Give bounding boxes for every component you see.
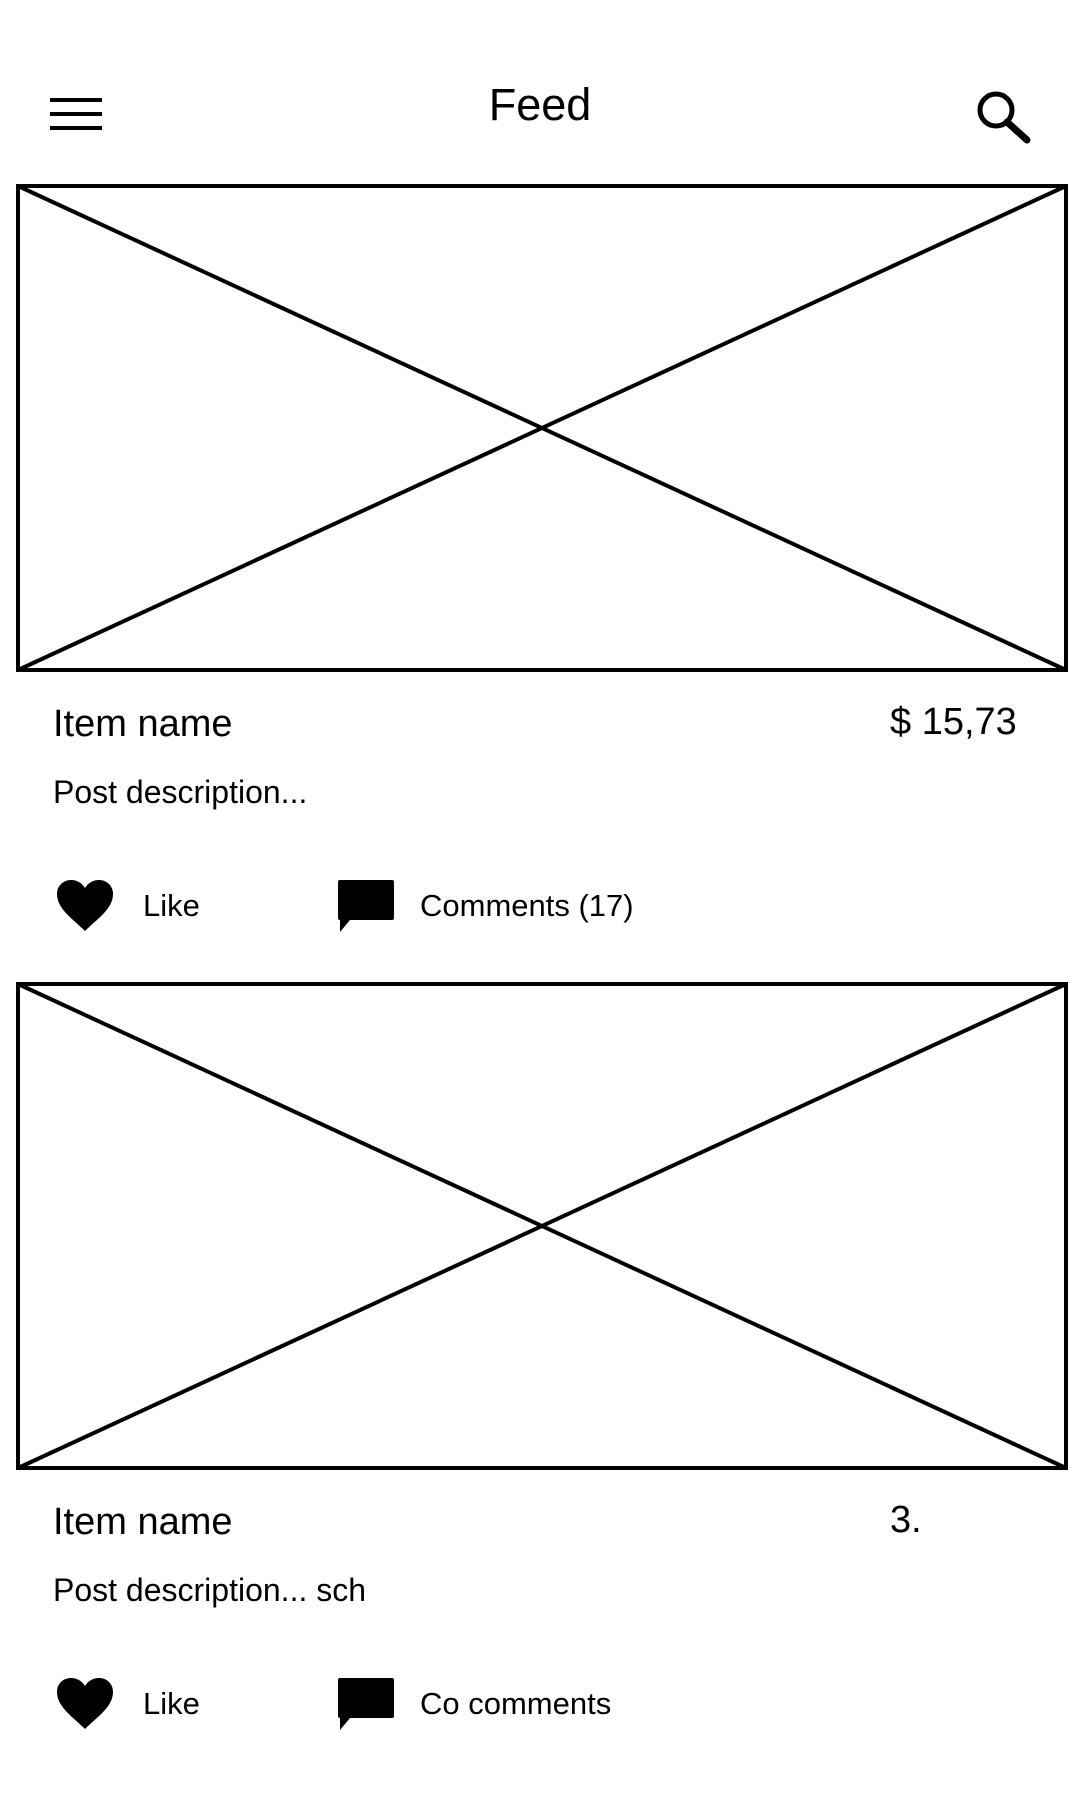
post-description: Post description... sch bbox=[53, 1572, 367, 1608]
search-icon bbox=[977, 91, 1031, 144]
comments-label: Co comments bbox=[420, 1686, 612, 1721]
like-label: Like bbox=[143, 888, 200, 923]
post-image[interactable] bbox=[16, 184, 1068, 672]
heart-icon bbox=[55, 879, 115, 933]
item-name: Item name bbox=[53, 703, 233, 745]
post-image[interactable] bbox=[16, 982, 1068, 1470]
comments-button[interactable]: Co comments bbox=[336, 1672, 611, 1736]
image-placeholder-icon bbox=[16, 184, 1068, 672]
like-button[interactable]: Like bbox=[55, 1672, 200, 1736]
like-button[interactable]: Like bbox=[55, 874, 200, 938]
comment-bubble-icon bbox=[336, 1676, 396, 1732]
item-price: $ 15,73 bbox=[890, 701, 1017, 743]
heart-icon bbox=[55, 1677, 115, 1731]
comments-label: Comments (17) bbox=[420, 888, 634, 923]
comments-button[interactable]: Comments (17) bbox=[336, 874, 634, 938]
comment-bubble-icon bbox=[336, 878, 396, 934]
image-placeholder-icon bbox=[16, 982, 1068, 1470]
post-description: Post description... bbox=[53, 774, 308, 810]
page-title: Feed bbox=[488, 79, 592, 130]
app-header: Feed bbox=[0, 0, 1080, 180]
search-button[interactable] bbox=[973, 88, 1033, 148]
like-label: Like bbox=[143, 1686, 200, 1721]
item-name: Item name bbox=[53, 1501, 233, 1543]
item-price: 3. bbox=[890, 1499, 922, 1541]
